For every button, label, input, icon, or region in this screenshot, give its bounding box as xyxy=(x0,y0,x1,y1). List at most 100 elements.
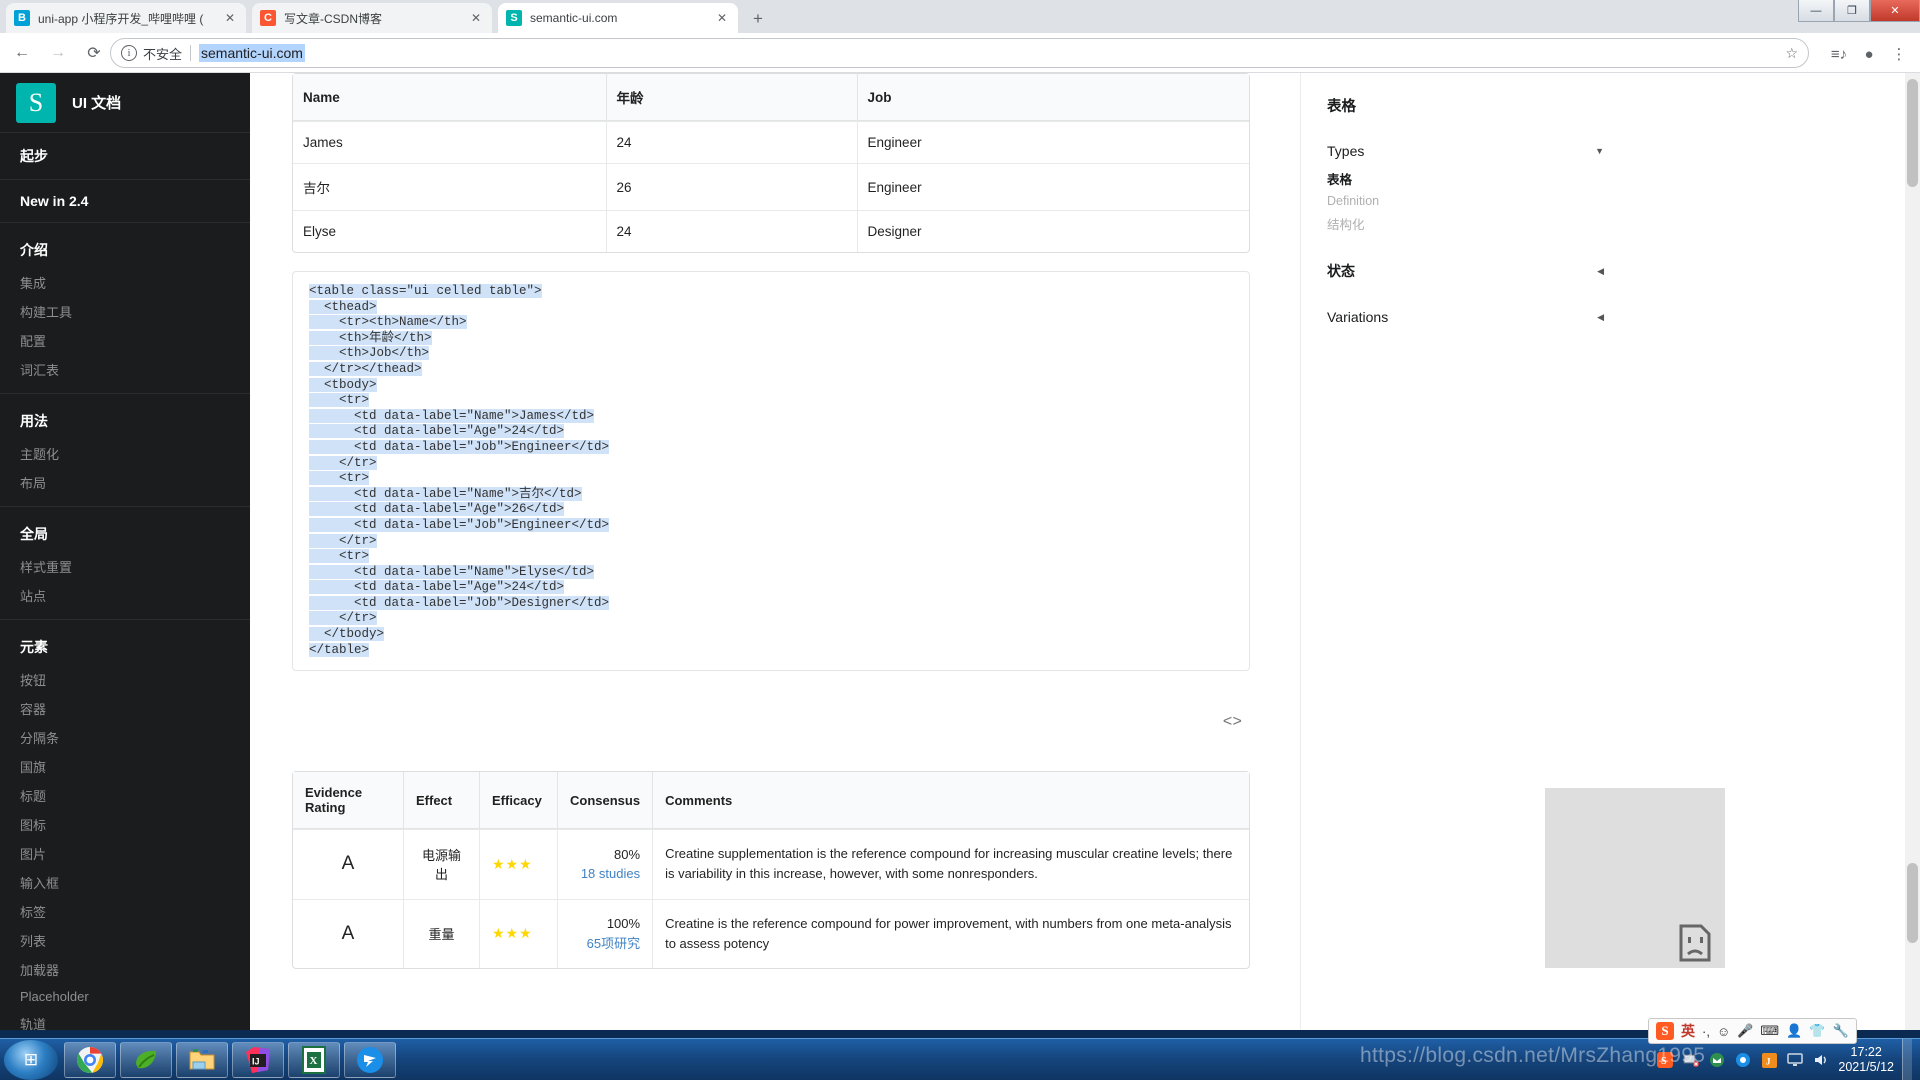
ime-tools-icon[interactable]: 🔧 xyxy=(1833,1023,1849,1039)
network-tray-icon[interactable] xyxy=(1682,1051,1700,1069)
profile-avatar[interactable]: ● xyxy=(1856,41,1882,67)
chevron-down-icon[interactable]: ▼ xyxy=(1595,146,1604,156)
code-toggle-button[interactable]: <> xyxy=(292,713,1250,731)
toc-item-definition[interactable]: Definition xyxy=(1327,191,1604,211)
excel-taskbar-button[interactable]: X xyxy=(288,1042,340,1078)
reading-list-icon[interactable]: ≡♪ xyxy=(1826,41,1852,67)
chrome-menu-icon[interactable]: ⋮ xyxy=(1886,41,1912,67)
speaker-tray-icon[interactable] xyxy=(1812,1051,1830,1069)
sidebar-item-flag[interactable]: 国旗 xyxy=(0,752,250,781)
ime-user-icon[interactable]: 👤 xyxy=(1786,1023,1802,1039)
ime-punctuation-icon[interactable]: ·, xyxy=(1702,1024,1710,1039)
explorer-taskbar-button[interactable] xyxy=(176,1042,228,1078)
scrollbar-thumb-secondary[interactable] xyxy=(1907,863,1918,943)
toc-item-table[interactable]: 表格 xyxy=(1327,166,1604,191)
ime-skin-icon[interactable]: 👕 xyxy=(1809,1023,1825,1039)
intellij-taskbar-button[interactable]: IJ xyxy=(232,1042,284,1078)
cell-name: James xyxy=(293,121,606,163)
sidebar-item-layouts[interactable]: 布局 xyxy=(0,468,250,497)
sidebar-item-new-in-24[interactable]: New in 2.4 xyxy=(0,180,250,223)
reload-icon[interactable]: ⟳ xyxy=(80,39,108,67)
sidebar-item-getting-started[interactable]: 起步 xyxy=(0,133,250,180)
sidebar-item-divider[interactable]: 分隔条 xyxy=(0,723,250,752)
browser-tab-0[interactable]: B uni-app 小程序开发_哔哩哔哩 ( ✕ xyxy=(6,3,246,33)
table-header-row: Evidence Rating Effect Efficacy Consensu… xyxy=(293,772,1249,830)
browser-tab-2[interactable]: S semantic-ui.com ✕ xyxy=(498,3,738,33)
toc-item-structured[interactable]: 结构化 xyxy=(1327,211,1604,236)
sidebar-brand[interactable]: S UI 文档 xyxy=(0,73,250,133)
page-viewport: S UI 文档 起步 New in 2.4 介绍 集成 构建工具 配置 词汇表 … xyxy=(0,73,1920,1038)
close-icon[interactable]: ✕ xyxy=(468,10,484,26)
cell-effect: 重量 xyxy=(403,898,479,968)
sidebar-item-list[interactable]: 列表 xyxy=(0,926,250,955)
cell-job: Engineer xyxy=(856,163,1249,210)
browser-taskbar-button[interactable] xyxy=(120,1042,172,1078)
sidebar-item-site[interactable]: 站点 xyxy=(0,581,250,610)
display-tray-icon[interactable] xyxy=(1786,1051,1804,1069)
chrome-taskbar-button[interactable] xyxy=(64,1042,116,1078)
toc-section-types[interactable]: Types ▼ xyxy=(1327,136,1604,166)
mail-tray-icon[interactable] xyxy=(1708,1051,1726,1069)
sidebar-item-glossary[interactable]: 词汇表 xyxy=(0,355,250,384)
ime-emoji-icon[interactable]: ☺ xyxy=(1717,1024,1730,1039)
sidebar-item-placeholder[interactable]: Placeholder xyxy=(0,984,250,1009)
security-label: 不安全 xyxy=(143,46,183,62)
sidebar-item-icon[interactable]: 图标 xyxy=(0,810,250,839)
ime-voice-icon[interactable]: 🎤 xyxy=(1737,1023,1753,1039)
browser-tray-icon[interactable] xyxy=(1734,1051,1752,1069)
close-icon[interactable]: ✕ xyxy=(222,10,238,26)
sogou-ime-toolbar[interactable]: S 英 ·, ☺ 🎤 ⌨ 👤 👕 🔧 xyxy=(1648,1018,1857,1044)
sidebar-item-label[interactable]: 标签 xyxy=(0,897,250,926)
browser-tab-1[interactable]: C 写文章-CSDN博客 ✕ xyxy=(252,3,492,33)
scrollbar-thumb[interactable] xyxy=(1907,79,1918,187)
people-table-body: James 24 Engineer 吉尔 26 Engineer Elyse 2… xyxy=(293,121,1249,252)
ime-mode-label[interactable]: 英 xyxy=(1681,1021,1695,1041)
sidebar-heading: 元素 xyxy=(20,639,48,655)
sidebar-item-container[interactable]: 容器 xyxy=(0,694,250,723)
close-icon[interactable]: ✕ xyxy=(714,10,730,26)
bookmark-star-icon[interactable]: ☆ xyxy=(1785,45,1798,62)
cell-job: Designer xyxy=(856,210,1249,252)
table-row: A 电源输出 ★★★ 80% 18 studies Creatine suppl… xyxy=(293,829,1249,899)
close-window-button[interactable]: ✕ xyxy=(1870,0,1920,22)
java-tray-icon[interactable]: J xyxy=(1760,1051,1778,1069)
minimize-button[interactable]: — xyxy=(1798,0,1834,22)
back-icon[interactable]: ← xyxy=(8,39,36,67)
start-button[interactable]: ⊞ xyxy=(4,1040,58,1080)
semantic-ui-icon: S xyxy=(506,10,522,26)
sogou-tray-icon[interactable]: S xyxy=(1656,1051,1674,1069)
address-bar[interactable]: i 不安全 semantic-ui.com ☆ xyxy=(110,38,1809,68)
maximize-button[interactable]: ❐ xyxy=(1834,0,1870,22)
sidebar-item-config[interactable]: 配置 xyxy=(0,326,250,355)
sidebar-item-integration[interactable]: 集成 xyxy=(0,268,250,297)
code-snippet-block[interactable]: <table class="ui celled table"> <thead> … xyxy=(292,271,1250,672)
sidebar-item-loader[interactable]: 加载器 xyxy=(0,955,250,984)
evidence-table: Evidence Rating Effect Efficacy Consensu… xyxy=(292,771,1250,969)
toc-section-states[interactable]: 状态 ◀ xyxy=(1327,254,1604,288)
dingtalk-taskbar-button[interactable] xyxy=(344,1042,396,1078)
sidebar-item-image[interactable]: 图片 xyxy=(0,839,250,868)
chevron-left-icon[interactable]: ◀ xyxy=(1597,312,1604,323)
intellij-idea-icon: IJ xyxy=(246,1047,270,1073)
sidebar-item-header[interactable]: 标题 xyxy=(0,781,250,810)
new-tab-button[interactable]: + xyxy=(744,7,772,31)
forward-icon[interactable]: → xyxy=(44,39,72,67)
page-scrollbar[interactable] xyxy=(1905,73,1920,1038)
sidebar-item-input[interactable]: 输入框 xyxy=(0,868,250,897)
site-info-icon[interactable]: i xyxy=(121,45,137,61)
sidebar-item-build-tools[interactable]: 构建工具 xyxy=(0,297,250,326)
consensus-studies-link[interactable]: 18 studies xyxy=(570,864,640,884)
sidebar-item-button[interactable]: 按钮 xyxy=(0,665,250,694)
chevron-left-icon[interactable]: ◀ xyxy=(1597,266,1604,277)
url-text[interactable]: semantic-ui.com xyxy=(199,44,305,62)
column-header-consensus: Consensus xyxy=(557,772,653,830)
show-desktop-button[interactable] xyxy=(1902,1039,1912,1080)
sogou-logo-icon[interactable]: S xyxy=(1656,1022,1674,1040)
taskbar-clock[interactable]: 17:22 2021/5/12 xyxy=(1838,1045,1894,1075)
consensus-studies-link[interactable]: 65项研究 xyxy=(570,934,640,954)
toc-section-variations[interactable]: Variations ◀ xyxy=(1327,302,1604,332)
ime-keyboard-icon[interactable]: ⌨ xyxy=(1760,1023,1779,1039)
sidebar-item-reset[interactable]: 样式重置 xyxy=(0,552,250,581)
sidebar-item-theming[interactable]: 主题化 xyxy=(0,439,250,468)
docs-sidebar: S UI 文档 起步 New in 2.4 介绍 集成 构建工具 配置 词汇表 … xyxy=(0,73,250,1038)
